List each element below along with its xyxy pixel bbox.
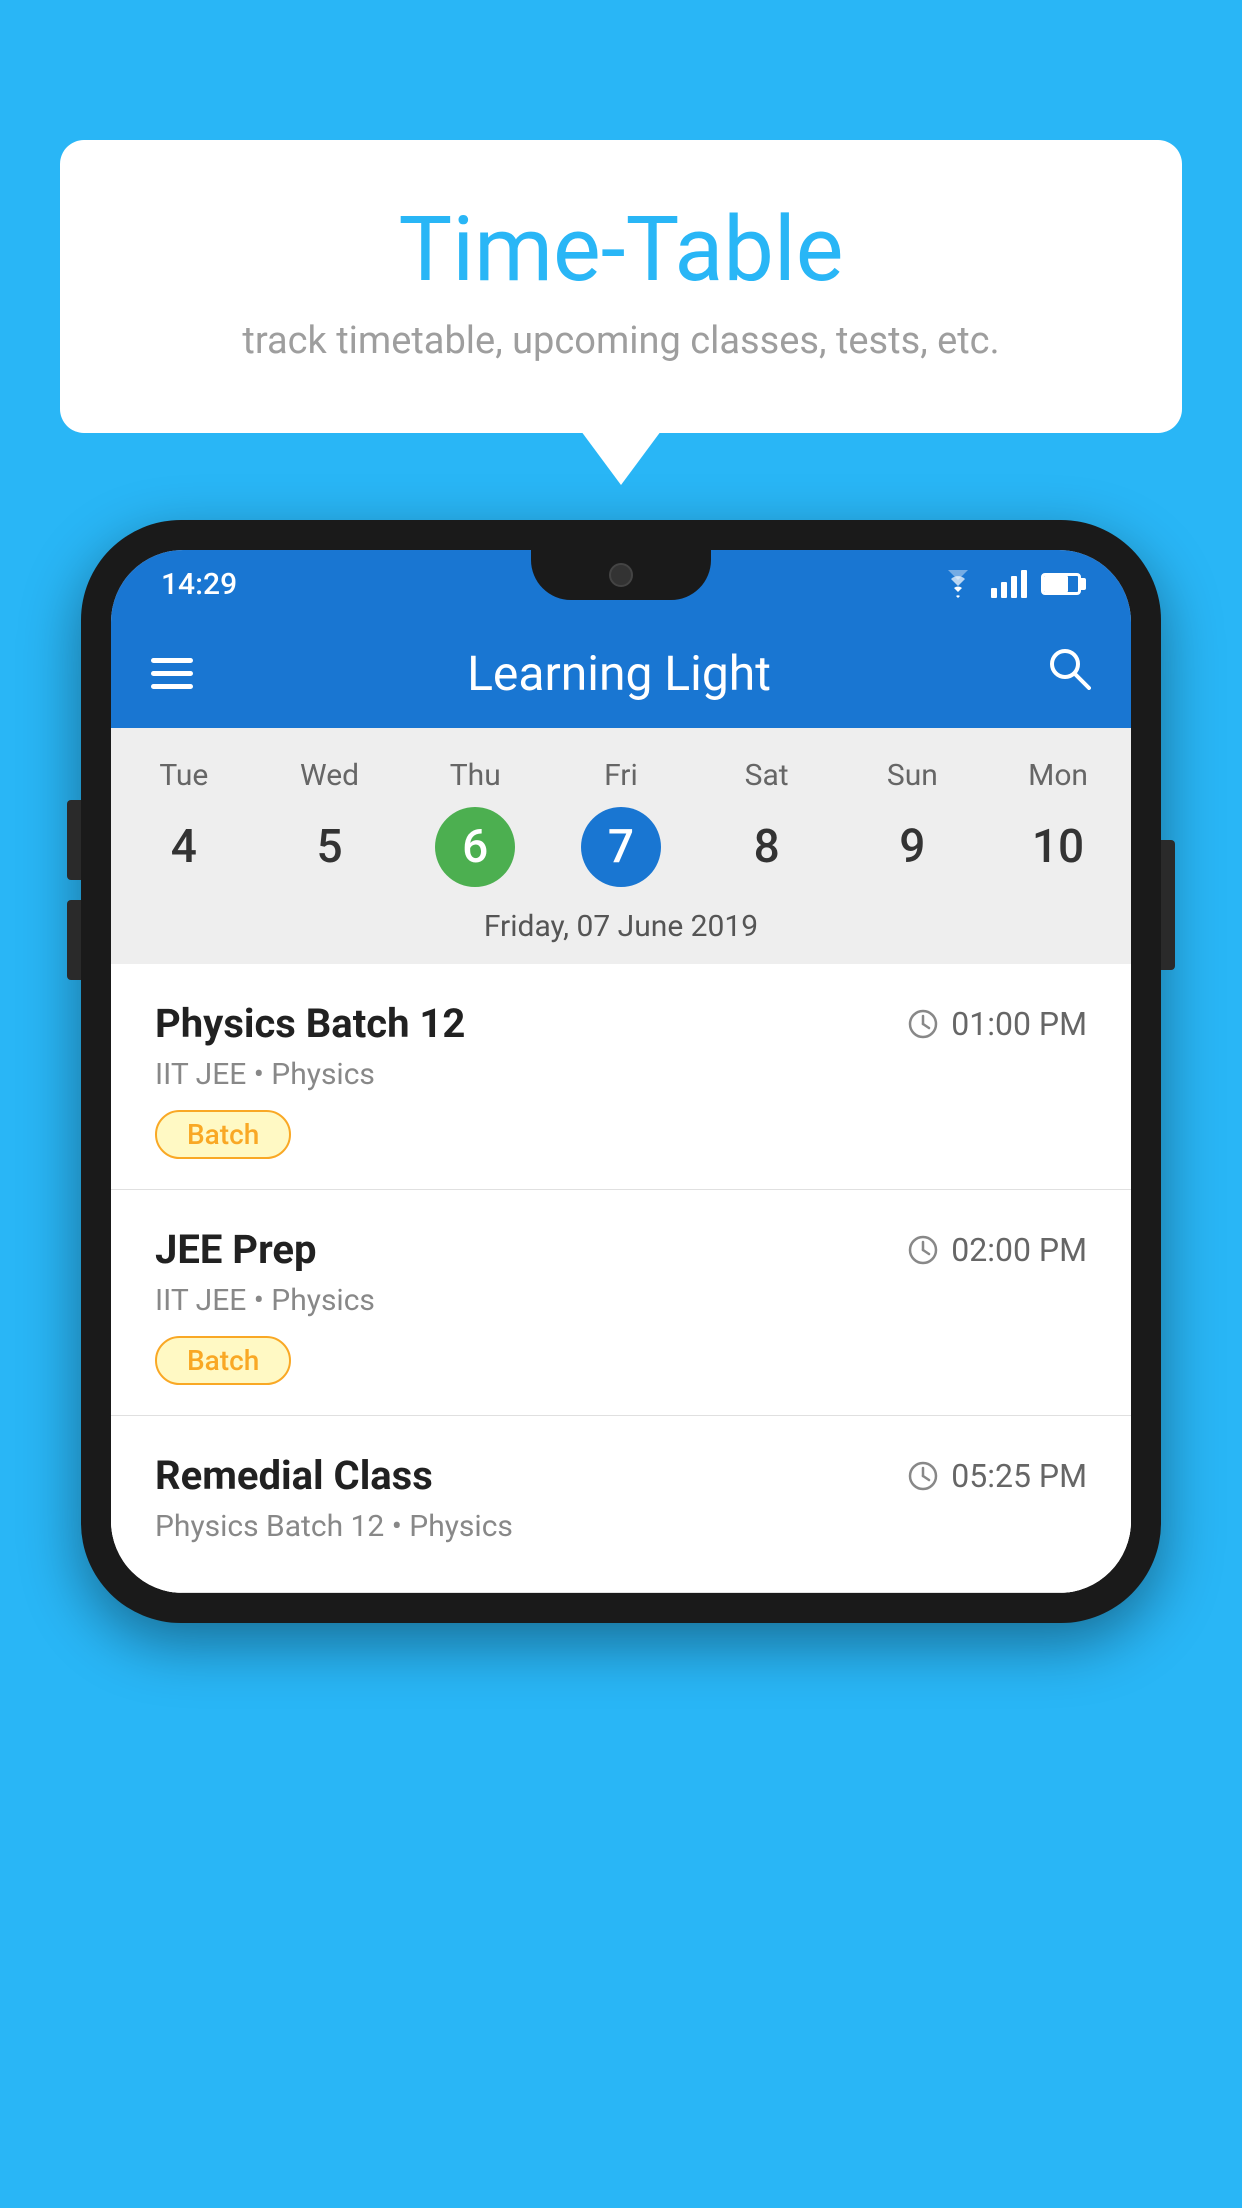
day-col-wed[interactable]: Wed 5 (260, 758, 400, 887)
wifi-icon (939, 570, 977, 598)
batch-badge: Batch (155, 1336, 291, 1385)
front-camera (609, 563, 633, 587)
batch-badge: Batch (155, 1110, 291, 1159)
day-col-sat[interactable]: Sat 8 (697, 758, 837, 887)
power-button[interactable] (1161, 840, 1175, 970)
day-name: Thu (450, 758, 501, 793)
menu-line-2 (151, 671, 193, 676)
speech-bubble-container: Time-Table track timetable, upcoming cla… (60, 140, 1182, 433)
day-number: 6 (435, 807, 515, 887)
day-col-thu[interactable]: Thu 6 (405, 758, 545, 887)
bubble-title: Time-Table (140, 200, 1102, 299)
phone-outer: 14:29 (81, 520, 1161, 1623)
menu-line-3 (151, 684, 193, 689)
clock-icon (907, 1008, 939, 1040)
phone-screen: 14:29 (111, 550, 1131, 1593)
day-name: Sat (745, 758, 789, 793)
schedule-title: Remedial Class (155, 1452, 433, 1499)
schedule-time: 01:00 PM (907, 1005, 1087, 1043)
schedule-subtitle: IIT JEE • Physics (155, 1283, 1087, 1318)
speech-bubble: Time-Table track timetable, upcoming cla… (60, 140, 1182, 433)
day-number: 7 (581, 807, 661, 887)
schedule-time: 02:00 PM (907, 1231, 1087, 1269)
day-col-sun[interactable]: Sun 9 (842, 758, 982, 887)
day-number: 8 (727, 807, 807, 887)
schedule-item-header: Physics Batch 12 01:00 PM (155, 1000, 1087, 1047)
day-number: 5 (290, 807, 370, 887)
selected-date-label: Friday, 07 June 2019 (111, 893, 1131, 964)
schedule-item[interactable]: Physics Batch 12 01:00 PM IIT JEE • Physic… (111, 964, 1131, 1190)
clock-icon (907, 1234, 939, 1266)
search-icon[interactable] (1045, 644, 1091, 702)
day-name: Fri (604, 758, 638, 793)
schedule-title: Physics Batch 12 (155, 1000, 465, 1047)
day-name: Mon (1028, 758, 1088, 793)
day-number: 9 (872, 807, 952, 887)
schedule-list: Physics Batch 12 01:00 PM IIT JEE • Physic… (111, 964, 1131, 1593)
menu-icon[interactable] (151, 658, 193, 689)
status-time: 14:29 (161, 567, 237, 602)
phone-notch (531, 550, 711, 600)
day-name: Sun (887, 758, 938, 793)
battery-icon (1041, 573, 1081, 595)
calendar-week: Tue 4 Wed 5 Thu 6 Fri 7 Sat 8 Sun 9 Mon 10 Friday, 07… (111, 728, 1131, 964)
schedule-subtitle: Physics Batch 12 • Physics (155, 1509, 1087, 1544)
day-number: 10 (1018, 807, 1098, 887)
volume-up-button[interactable] (67, 800, 81, 880)
week-days-row: Tue 4 Wed 5 Thu 6 Fri 7 Sat 8 Sun 9 Mon 10 (111, 748, 1131, 893)
day-name: Tue (159, 758, 208, 793)
signal-icon (991, 570, 1027, 598)
volume-down-button[interactable] (67, 900, 81, 980)
bubble-subtitle: track timetable, upcoming classes, tests… (140, 319, 1102, 363)
app-bar: Learning Light (111, 618, 1131, 728)
schedule-title: JEE Prep (155, 1226, 316, 1273)
menu-line-1 (151, 658, 193, 663)
day-number: 4 (144, 807, 224, 887)
phone-wrapper: 14:29 (81, 520, 1161, 1623)
schedule-item[interactable]: Remedial Class 05:25 PM Physics Batch 12 •… (111, 1416, 1131, 1593)
day-name: Wed (300, 758, 359, 793)
day-col-fri[interactable]: Fri 7 (551, 758, 691, 887)
app-bar-title: Learning Light (233, 645, 1005, 702)
day-col-mon[interactable]: Mon 10 (988, 758, 1128, 887)
clock-icon (907, 1460, 939, 1492)
schedule-time: 05:25 PM (907, 1457, 1087, 1495)
schedule-item-header: JEE Prep 02:00 PM (155, 1226, 1087, 1273)
schedule-subtitle: IIT JEE • Physics (155, 1057, 1087, 1092)
schedule-item[interactable]: JEE Prep 02:00 PM IIT JEE • Physics Batch (111, 1190, 1131, 1416)
day-col-tue[interactable]: Tue 4 (114, 758, 254, 887)
status-icons (939, 570, 1081, 598)
schedule-item-header: Remedial Class 05:25 PM (155, 1452, 1087, 1499)
